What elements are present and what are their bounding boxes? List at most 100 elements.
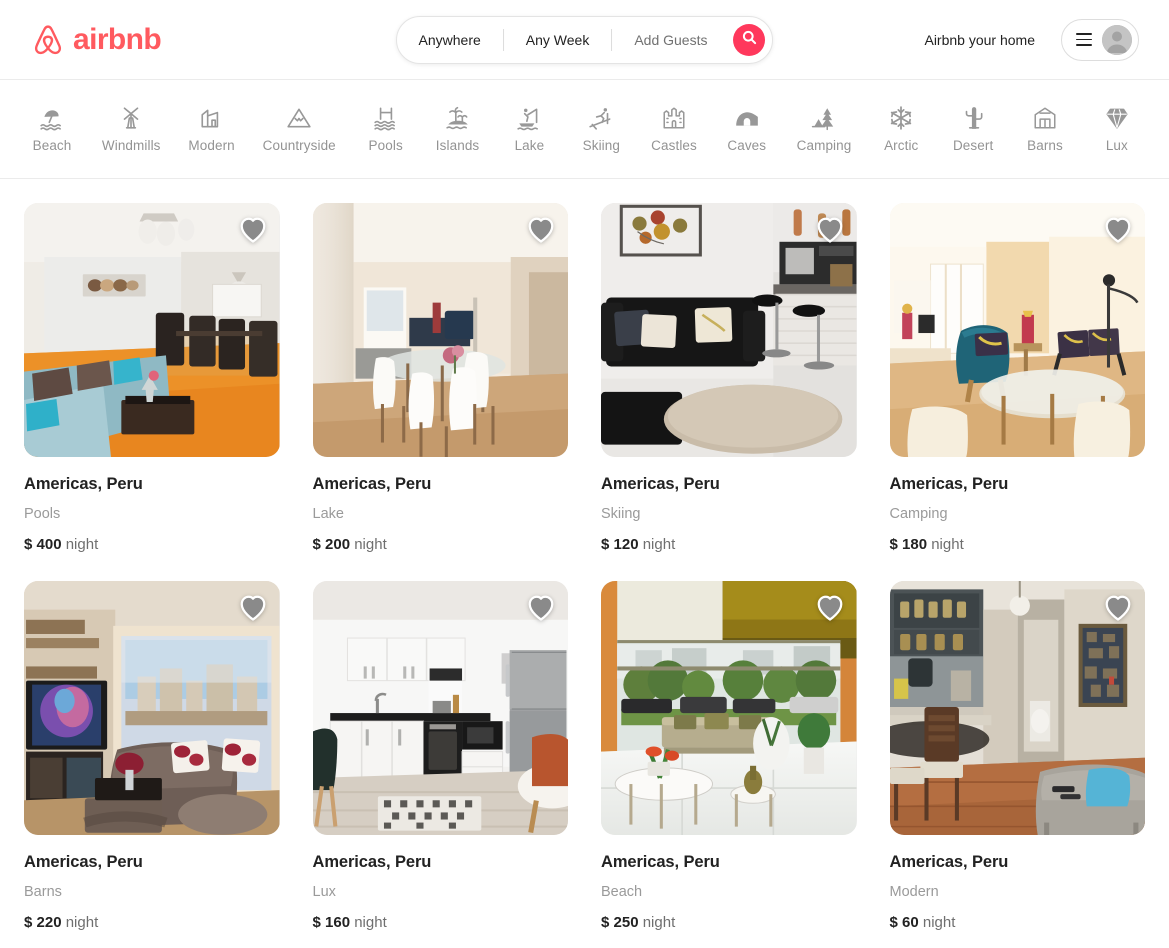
listing-photo[interactable] — [312, 203, 568, 457]
category-barns[interactable]: Barns — [1017, 101, 1073, 157]
listing-card[interactable]: Americas, Peru Lux $ 160 night — [312, 581, 568, 931]
listing-title: Americas, Peru — [601, 853, 720, 871]
cave-icon — [734, 105, 760, 131]
listing-title: Americas, Peru — [889, 853, 1009, 871]
category-caves[interactable]: Caves — [719, 101, 775, 157]
favorite-heart-icon[interactable] — [238, 215, 268, 243]
listing-category: Skiing — [601, 506, 641, 522]
listing-photo[interactable] — [312, 581, 568, 835]
listing-card[interactable]: Americas, Peru Lake $ 200 night — [312, 203, 569, 553]
listing-card[interactable]: Americas, Peru Barns $ 220 night — [24, 581, 280, 931]
barn-icon — [1032, 105, 1058, 131]
listing-category: Camping — [889, 506, 948, 522]
listing-category: Modern — [889, 884, 939, 900]
price-period: night — [642, 536, 676, 553]
category-label: Lake — [514, 138, 545, 153]
category-arctic[interactable]: Arctic — [873, 101, 929, 157]
listing-title: Americas, Peru — [312, 853, 432, 871]
price-amount: 60 — [902, 914, 919, 931]
favorite-heart-icon[interactable] — [815, 215, 845, 243]
skier-icon — [588, 105, 614, 131]
pool-icon — [373, 105, 399, 131]
category-windmills[interactable]: Windmills — [96, 101, 167, 157]
search-location[interactable]: Anywhere — [397, 17, 503, 63]
castle-icon — [661, 105, 687, 131]
listing-title: Americas, Peru — [24, 853, 143, 871]
diamond-icon — [1104, 105, 1130, 131]
category-islands[interactable]: Islands — [430, 101, 486, 157]
listing-card[interactable]: Americas, Peru Beach $ 250 night — [601, 581, 857, 931]
search-dates[interactable]: Any Week — [504, 17, 612, 63]
modern-house-icon — [199, 105, 225, 131]
airbnb-your-home-link[interactable]: Airbnb your home — [912, 22, 1047, 58]
favorite-heart-icon[interactable] — [1103, 593, 1133, 621]
hamburger-menu-icon[interactable] — [1076, 33, 1092, 46]
listing-category: Lake — [312, 506, 344, 522]
category-label: Pools — [368, 138, 403, 153]
listing-title: Americas, Peru — [24, 475, 143, 493]
search-button[interactable] — [733, 23, 766, 56]
favorite-heart-icon[interactable] — [815, 593, 845, 621]
listing-title: Americas, Peru — [601, 475, 720, 493]
price-currency: $ — [312, 536, 321, 553]
category-label: Camping — [796, 138, 852, 153]
category-desert[interactable]: Desert — [945, 101, 1001, 157]
listing-card[interactable]: Americas, Peru Camping $ 180 night — [889, 203, 1146, 553]
price-period: night — [354, 914, 387, 931]
listing-category: Pools — [24, 506, 61, 522]
listing-price: $ 60 night — [890, 914, 1146, 931]
user-avatar-icon[interactable] — [1102, 24, 1132, 55]
listing-category: Beach — [601, 884, 643, 900]
category-lux[interactable]: Lux — [1089, 101, 1145, 157]
header-right-group: Airbnb your home — [912, 18, 1139, 61]
listing-card[interactable]: Americas, Peru Skiing $ 120 night — [601, 203, 857, 553]
price-currency: $ — [312, 914, 321, 931]
listing-photo[interactable] — [24, 203, 280, 457]
category-skiing[interactable]: Skiing — [573, 101, 629, 157]
price-period: night — [354, 536, 387, 553]
listing-card[interactable]: Americas, Peru Pools $ 400 night — [24, 203, 280, 553]
user-menu-button[interactable] — [1061, 18, 1139, 61]
listing-photo[interactable] — [889, 203, 1145, 457]
category-label: Modern — [188, 138, 235, 153]
category-modern[interactable]: Modern — [182, 101, 240, 157]
price-amount: 220 — [36, 914, 62, 931]
category-pools[interactable]: Pools — [358, 101, 414, 157]
price-amount: 120 — [613, 536, 639, 553]
price-amount: 180 — [902, 536, 928, 553]
site-header: airbnb Anywhere Any Week Add Guests Airb… — [0, 0, 1169, 80]
search-bar[interactable]: Anywhere Any Week Add Guests — [395, 15, 774, 64]
category-label: Arctic — [884, 138, 919, 153]
listing-title: Americas, Peru — [889, 475, 1009, 493]
listing-card[interactable]: Americas, Peru Modern $ 60 night — [889, 581, 1146, 931]
category-countryside[interactable]: Countryside — [257, 101, 342, 157]
listing-price: $ 120 night — [601, 536, 857, 553]
listing-photo[interactable] — [889, 581, 1145, 835]
airbnb-logo-text: airbnb — [73, 22, 162, 56]
beach-umbrella-icon — [39, 105, 65, 131]
price-period: night — [65, 914, 99, 931]
airbnb-logo[interactable]: airbnb — [30, 22, 162, 58]
listing-photo[interactable] — [601, 203, 857, 457]
favorite-heart-icon[interactable] — [238, 593, 268, 621]
category-label: Skiing — [582, 138, 620, 153]
price-currency: $ — [601, 536, 610, 553]
listing-photo[interactable] — [601, 581, 857, 835]
search-guests[interactable]: Add Guests — [612, 17, 729, 63]
category-label: Castles — [651, 138, 697, 153]
price-period: night — [931, 536, 964, 553]
favorite-heart-icon[interactable] — [526, 593, 556, 621]
category-label: Desert — [952, 138, 994, 153]
favorite-heart-icon[interactable] — [526, 215, 556, 243]
category-camping[interactable]: Camping — [791, 101, 858, 157]
price-currency: $ — [24, 914, 33, 931]
listing-price: $ 250 night — [601, 914, 857, 931]
listing-price: $ 200 night — [313, 536, 569, 553]
favorite-heart-icon[interactable] — [1103, 215, 1133, 243]
category-lake[interactable]: Lake — [501, 101, 557, 157]
listing-photo[interactable] — [24, 581, 280, 835]
listing-price: $ 180 night — [890, 536, 1146, 553]
category-beach[interactable]: Beach — [24, 101, 80, 157]
category-castles[interactable]: Castles — [645, 101, 703, 157]
category-label: Beach — [32, 138, 72, 153]
